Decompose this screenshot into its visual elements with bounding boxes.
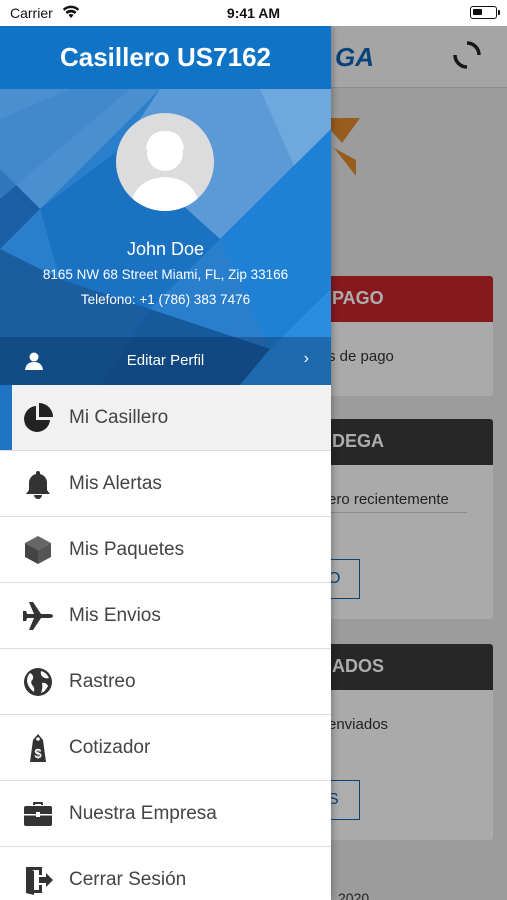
bell-icon	[26, 471, 50, 499]
menu-item-mi-casillero[interactable]: Mi Casillero	[0, 385, 331, 451]
airplane-icon	[23, 602, 53, 630]
drawer-menu: Mi Casillero Mis Alertas Mis Paquetes Mi…	[0, 385, 331, 900]
briefcase-icon	[24, 802, 52, 826]
menu-label: Mis Envios	[69, 604, 161, 626]
navigation-drawer: Casillero US7162 John Doe 8165 NW 68 Str…	[0, 26, 331, 900]
user-silhouette-icon	[130, 131, 200, 211]
user-address: 8165 NW 68 Street Miami, FL, Zip 33166	[42, 267, 289, 282]
menu-item-mis-paquetes[interactable]: Mis Paquetes	[0, 517, 331, 583]
globe-icon	[24, 668, 52, 696]
menu-label: Nuestra Empresa	[69, 802, 217, 824]
price-tag-icon: $	[30, 734, 46, 762]
menu-label: Cotizador	[69, 736, 151, 758]
user-phone: Telefono: +1 (786) 383 7476	[80, 292, 251, 307]
drawer-header: Casillero US7162	[0, 26, 331, 89]
chevron-right-icon: ›	[303, 350, 309, 367]
svg-text:$: $	[34, 746, 42, 761]
menu-item-nuestra-empresa[interactable]: Nuestra Empresa	[0, 781, 331, 847]
status-bar: Carrier 9:41 AM	[0, 0, 507, 26]
profile-panel: John Doe 8165 NW 68 Street Miami, FL, Zi…	[0, 89, 331, 385]
menu-label: Cerrar Sesión	[69, 868, 187, 890]
clock: 9:41 AM	[226, 5, 281, 21]
edit-profile-label: Editar Perfil	[126, 352, 205, 369]
menu-label: Mis Alertas	[69, 472, 162, 494]
menu-item-cerrar-sesion[interactable]: Cerrar Sesión	[0, 847, 331, 900]
battery-icon	[470, 6, 500, 19]
menu-label: Mi Casillero	[69, 406, 169, 428]
menu-item-mis-envios[interactable]: Mis Envios	[0, 583, 331, 649]
menu-item-rastreo[interactable]: Rastreo	[0, 649, 331, 715]
package-icon	[25, 536, 51, 564]
menu-item-mis-alertas[interactable]: Mis Alertas	[0, 451, 331, 517]
menu-item-cotizador[interactable]: $ Cotizador	[0, 715, 331, 781]
menu-label: Rastreo	[69, 670, 136, 692]
edit-profile-button[interactable]: Editar Perfil ›	[0, 337, 331, 385]
user-name: John Doe	[126, 239, 205, 259]
logout-icon	[26, 867, 53, 895]
avatar[interactable]	[116, 113, 214, 211]
menu-label: Mis Paquetes	[69, 538, 185, 560]
pie-chart-icon	[24, 403, 53, 432]
locker-title: Casillero US7162	[59, 42, 271, 72]
